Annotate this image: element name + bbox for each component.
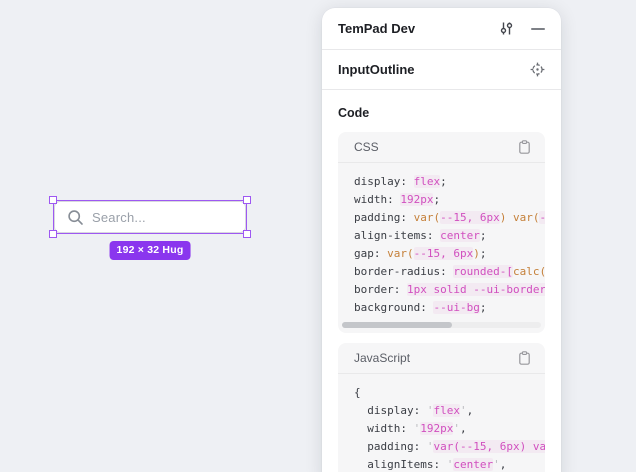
code-line: width: '192px', <box>354 420 545 438</box>
selection-row: InputOutline <box>322 50 561 90</box>
code-line: { <box>354 384 545 402</box>
minimize-icon[interactable] <box>531 22 545 36</box>
selection-name: InputOutline <box>338 62 415 77</box>
horizontal-scrollbar-thumb[interactable] <box>342 322 452 328</box>
panel-body: Code CSS display: flex;width: 192px;padd… <box>322 90 561 472</box>
selection-handle-top-left[interactable] <box>49 196 57 204</box>
horizontal-scrollbar-track[interactable] <box>342 322 541 328</box>
tune-icon[interactable] <box>499 21 514 36</box>
search-input-component[interactable]: Search... <box>54 201 246 233</box>
javascript-code-lines: { display: 'flex', width: '192px', paddi… <box>338 374 545 472</box>
code-line: border-radius: rounded-[calc(var(--round… <box>354 263 545 281</box>
selection-handle-bottom-right[interactable] <box>243 230 251 238</box>
code-line: display: flex; <box>354 173 545 191</box>
css-block-title: CSS <box>354 140 379 154</box>
panel-title: TemPad Dev <box>338 21 415 36</box>
javascript-block-header: JavaScript <box>338 343 545 374</box>
clipboard-icon <box>518 351 531 365</box>
css-block-header: CSS <box>338 132 545 163</box>
size-badge: 192 × 32 Hug <box>110 241 191 260</box>
search-icon <box>67 209 84 226</box>
code-line: alignItems: 'center', <box>354 456 545 472</box>
javascript-code-block: JavaScript { display: 'flex', width: '19… <box>338 343 545 472</box>
javascript-block-title: JavaScript <box>354 351 410 365</box>
code-line: display: 'flex', <box>354 402 545 420</box>
copy-css-button[interactable] <box>518 140 531 154</box>
code-section-label: Code <box>338 106 545 120</box>
css-code-lines: display: flex;width: 192px;padding: var(… <box>338 163 545 333</box>
code-line: background: --ui-bg; <box>354 299 545 317</box>
locate-crosshair-icon[interactable] <box>530 62 545 77</box>
css-code-block: CSS display: flex;width: 192px;padding: … <box>338 132 545 333</box>
code-line: padding: 'var(--15, 6px) var(--15, 6px)'… <box>354 438 545 456</box>
search-placeholder: Search... <box>92 210 146 225</box>
copy-javascript-button[interactable] <box>518 351 531 365</box>
panel-header: TemPad Dev <box>322 8 561 50</box>
code-line: border: 1px solid --ui-border-color; <box>354 281 545 299</box>
selection-handle-top-right[interactable] <box>243 196 251 204</box>
code-line: align-items: center; <box>354 227 545 245</box>
tempad-dev-panel: TemPad Dev InputOutline <box>322 8 561 472</box>
clipboard-icon <box>518 140 531 154</box>
selected-component: Search... 192 × 32 Hug <box>54 201 246 233</box>
code-line: padding: var(--15, 6px) var(--15, 6px); <box>354 209 545 227</box>
selection-handle-bottom-left[interactable] <box>49 230 57 238</box>
code-line: gap: var(--15, 6px); <box>354 245 545 263</box>
code-line: width: 192px; <box>354 191 545 209</box>
